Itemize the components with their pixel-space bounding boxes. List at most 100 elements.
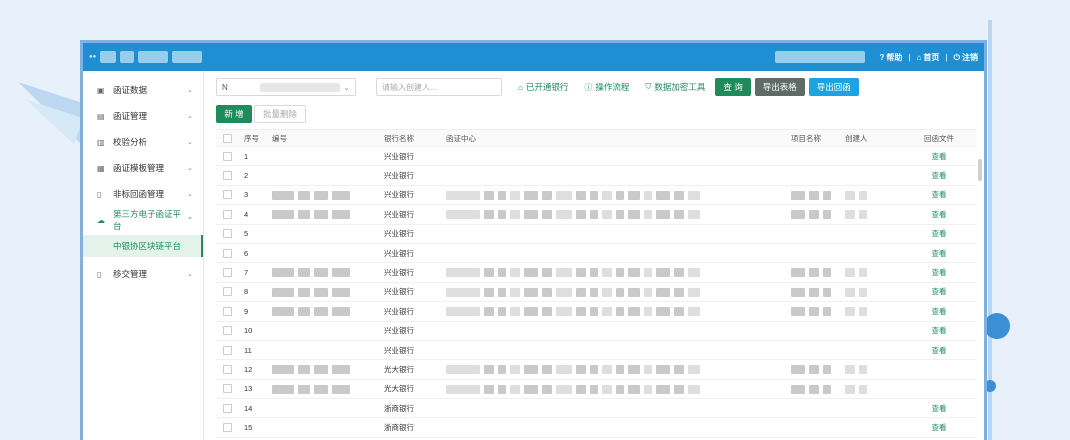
logout-link[interactable]: ⏻ 注销 xyxy=(954,52,978,63)
sidebar-item-letter-management[interactable]: ▤ 函证管理 ⌄ xyxy=(83,103,203,129)
background-decoration xyxy=(988,20,992,440)
filter-select[interactable]: N ⌄ xyxy=(216,78,356,96)
select-all-checkbox[interactable] xyxy=(216,133,238,143)
row-index: 11 xyxy=(244,345,252,355)
row-bank: 兴业银行 xyxy=(384,287,414,297)
checkbox xyxy=(222,384,232,394)
redacted-text xyxy=(590,268,598,278)
row-checkbox[interactable] xyxy=(216,345,238,355)
checkbox xyxy=(222,133,232,143)
sidebar-item-nonstandard-reply[interactable]: ▯ 非标回函管理 ⌄ xyxy=(83,181,203,207)
home-link[interactable]: ⌂ 首页 xyxy=(917,52,940,63)
row-index: 13 xyxy=(244,384,253,394)
view-reply-link[interactable]: 查看 xyxy=(911,286,961,297)
row-creator xyxy=(839,384,911,394)
process-link[interactable]: ⓘ 操作流程 xyxy=(584,81,629,93)
row-code xyxy=(266,287,378,297)
row-checkbox[interactable] xyxy=(216,229,238,239)
row-checkbox[interactable] xyxy=(216,268,238,278)
sidebar-subitem-blockchain-platform[interactable]: 中银协区块链平台 xyxy=(83,235,203,257)
redacted-text xyxy=(674,384,684,394)
checkbox xyxy=(222,364,232,374)
row-checkbox[interactable] xyxy=(216,248,238,258)
table-row: 5 兴业银行 查看 xyxy=(216,225,976,244)
view-reply-link[interactable]: 查看 xyxy=(911,306,961,317)
redacted-text xyxy=(332,210,350,220)
chevron-down-icon: ⌄ xyxy=(187,271,193,278)
row-checkbox[interactable] xyxy=(216,326,238,336)
redacted-text xyxy=(644,190,652,200)
row-checkbox[interactable] xyxy=(216,306,238,316)
table-scrollbar[interactable] xyxy=(978,159,982,181)
redacted-text xyxy=(298,307,310,317)
redacted-text xyxy=(272,307,294,317)
sidebar-item-label: 非标回函管理 xyxy=(113,189,165,199)
view-reply-link[interactable]: 查看 xyxy=(911,151,961,162)
row-checkbox[interactable] xyxy=(216,364,238,374)
shield-check-icon: ⛉ xyxy=(645,82,652,91)
redacted-text xyxy=(298,384,310,394)
redacted-text xyxy=(674,210,684,220)
redacted-text xyxy=(602,190,612,200)
row-checkbox[interactable] xyxy=(216,423,238,433)
view-reply-link[interactable]: 查看 xyxy=(911,228,961,239)
view-reply-link[interactable]: 查看 xyxy=(911,403,961,414)
redacted-text xyxy=(484,190,494,200)
query-button[interactable]: 查 询 xyxy=(715,78,751,96)
row-checkbox[interactable] xyxy=(216,171,238,181)
chevron-up-icon: ⌃ xyxy=(187,217,193,224)
row-bank: 兴业银行 xyxy=(384,268,414,278)
row-checkbox[interactable] xyxy=(216,190,238,200)
row-code xyxy=(266,384,378,394)
view-reply-link[interactable]: 查看 xyxy=(911,267,961,278)
view-reply-link[interactable]: 查看 xyxy=(911,170,961,181)
grid-icon: ▣ xyxy=(97,85,105,95)
logo-icon: ●● xyxy=(89,54,97,60)
creator-search-input[interactable] xyxy=(376,78,502,96)
table-row: 1 兴业银行 查看 xyxy=(216,147,976,167)
row-checkbox[interactable] xyxy=(216,151,238,161)
row-bank: 兴业银行 xyxy=(384,190,414,200)
sidebar-item-letter-data[interactable]: ▣ 函证数据 ⌄ xyxy=(83,77,203,103)
add-button[interactable]: 新 增 xyxy=(216,105,252,123)
opened-banks-link[interactable]: ⌂ 已开通银行 xyxy=(518,81,568,93)
encrypt-tool-link[interactable]: ⛉ 数据加密工具 xyxy=(645,81,705,93)
redacted-text xyxy=(616,287,624,297)
view-reply-link[interactable]: 查看 xyxy=(911,345,961,356)
row-project xyxy=(785,190,839,200)
redacted-text xyxy=(602,384,612,394)
help-link[interactable]: ? 帮助 xyxy=(879,52,902,63)
row-checkbox[interactable] xyxy=(216,403,238,413)
redacted-text xyxy=(446,365,480,375)
table-row: 13 光大银行 xyxy=(216,380,976,400)
checkbox xyxy=(222,229,232,239)
row-checkbox[interactable] xyxy=(216,209,238,219)
sidebar-item-verification-analysis[interactable]: ▥ 校验分析 ⌄ xyxy=(83,129,203,155)
export-table-button[interactable]: 导出表格 xyxy=(754,78,805,96)
redacted-text xyxy=(656,287,670,297)
redacted-text xyxy=(845,287,855,297)
view-reply-link[interactable]: 查看 xyxy=(911,189,961,200)
view-reply-link[interactable]: 查看 xyxy=(911,209,961,220)
view-reply-link[interactable]: 查看 xyxy=(911,248,961,259)
redacted-text xyxy=(590,287,598,297)
table-row: 9 兴业银行 查看 xyxy=(216,302,976,322)
batch-delete-button[interactable]: 批量删除 xyxy=(254,105,306,123)
sidebar-item-template-management[interactable]: ▦ 函证模板管理 ⌄ xyxy=(83,155,203,181)
sidebar-item-third-party-platform[interactable]: ☁ 第三方电子函证平台 ⌃ xyxy=(83,207,203,233)
export-letter-button[interactable]: 导出回函 xyxy=(808,78,859,96)
row-checkbox[interactable] xyxy=(216,287,238,297)
checkbox xyxy=(222,326,232,336)
checkbox xyxy=(222,209,232,219)
view-reply-link[interactable]: 查看 xyxy=(911,422,961,433)
redacted-text xyxy=(576,307,586,317)
row-code xyxy=(266,307,378,317)
redacted-text xyxy=(446,190,480,200)
view-reply-link[interactable]: 查看 xyxy=(911,325,961,336)
row-project xyxy=(785,365,839,375)
redacted-text xyxy=(845,307,855,317)
row-checkbox[interactable] xyxy=(216,384,238,394)
redacted-text xyxy=(674,190,684,200)
checkbox xyxy=(222,268,232,278)
sidebar-item-handover-management[interactable]: ▯ 移交管理 ⌄ xyxy=(83,261,203,287)
